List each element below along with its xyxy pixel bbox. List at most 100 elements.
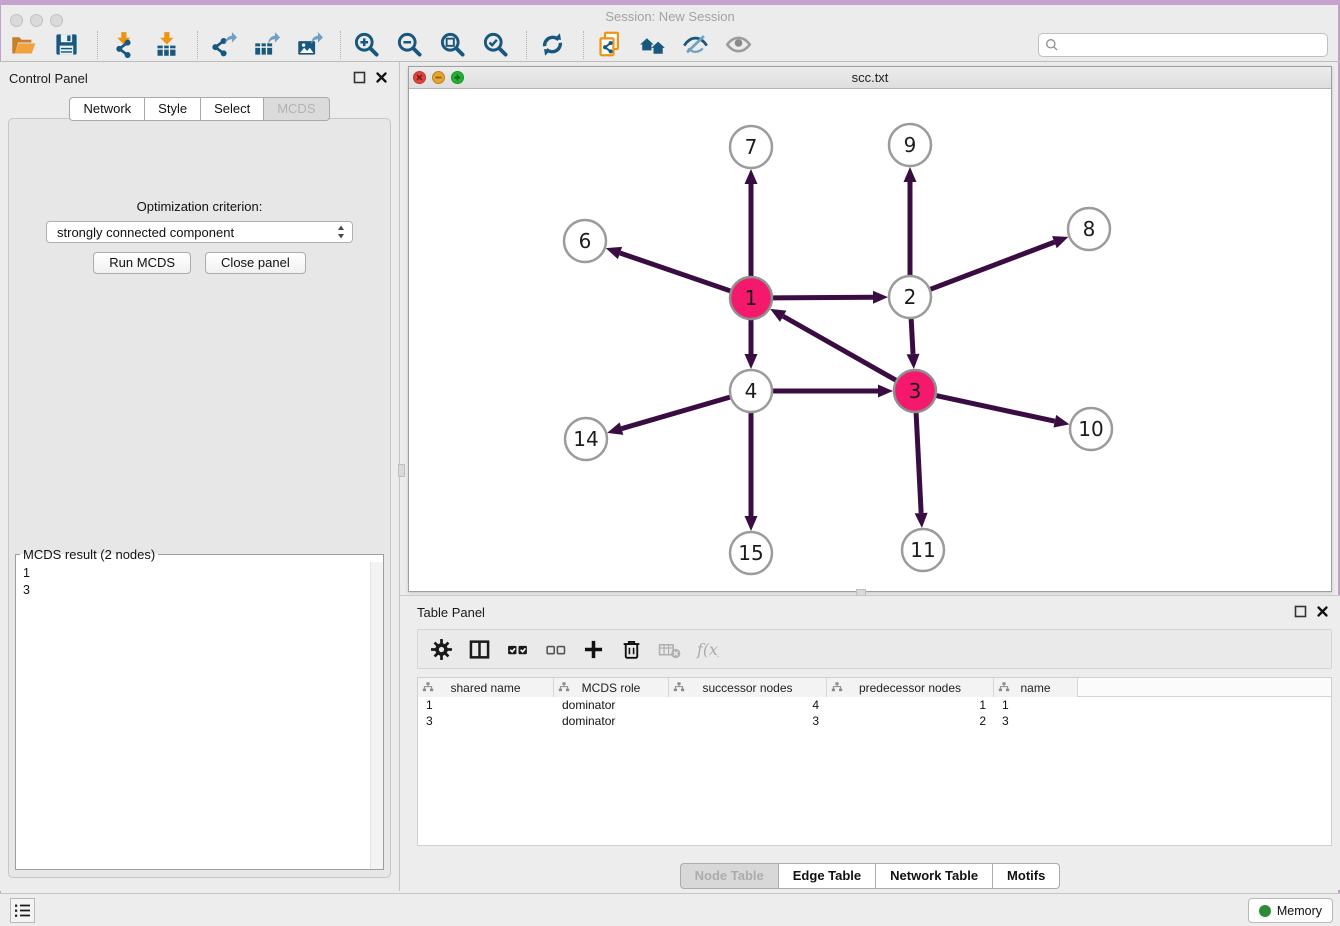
graph-node-1[interactable]: 1 (730, 277, 772, 319)
table-cell: 4 (669, 697, 827, 713)
graph-edge-2-8[interactable] (930, 236, 1069, 289)
graph-edge-2-9[interactable] (904, 167, 917, 276)
table-body: 1dominator4113dominator323 (418, 697, 1331, 729)
column-header-name[interactable]: name (994, 678, 1078, 697)
graph-node-15[interactable]: 15 (730, 532, 772, 574)
tab-select[interactable]: Select (200, 97, 263, 121)
add-column-icon[interactable] (580, 636, 606, 662)
run-mcds-button[interactable]: Run MCDS (93, 252, 191, 274)
vertical-splitter-handle[interactable] (398, 464, 405, 477)
graph-edge-2-3[interactable] (907, 318, 920, 369)
graph-edge-4-3[interactable] (772, 385, 893, 398)
toolbar-separator (197, 31, 198, 59)
network-window-titlebar[interactable]: scc.txt (409, 67, 1331, 89)
graph-edge-3-1[interactable] (770, 309, 897, 381)
export-image-icon[interactable] (294, 30, 324, 60)
new-network-from-selection-icon[interactable] (594, 30, 624, 60)
deselect-all-rows-icon[interactable] (542, 636, 568, 662)
tab-network[interactable]: Network (69, 97, 144, 121)
toolbar-separator (97, 31, 98, 59)
svg-text:14: 14 (573, 427, 598, 451)
node-table[interactable]: shared nameMCDS rolesuccessor nodesprede… (417, 677, 1332, 846)
graph-edge-3-11[interactable] (915, 412, 928, 528)
graph-edge-1-6[interactable] (606, 247, 731, 291)
graph-edge-4-15[interactable] (745, 412, 758, 531)
network-window-title: scc.txt (409, 70, 1331, 85)
graph-node-10[interactable]: 10 (1070, 408, 1112, 450)
table-row[interactable]: 1dominator411 (418, 697, 1331, 713)
graph-node-6[interactable]: 6 (564, 220, 606, 262)
status-bar: Memory (0, 893, 1340, 926)
open-session-icon[interactable] (8, 30, 38, 60)
graph-node-11[interactable]: 11 (902, 529, 944, 571)
float-table-panel-icon[interactable] (1294, 605, 1307, 618)
tab-node-table[interactable]: Node Table (680, 863, 778, 889)
graph-edge-1-2[interactable] (772, 291, 888, 304)
main-titlebar: Session: New Session (0, 5, 1340, 28)
zoom-fit-icon[interactable] (437, 30, 467, 60)
graph-node-2[interactable]: 2 (889, 276, 931, 318)
zoom-in-icon[interactable] (351, 30, 381, 60)
export-network-icon[interactable] (208, 30, 238, 60)
column-header-shared-name[interactable]: shared name (418, 678, 554, 697)
float-panel-icon[interactable] (353, 71, 366, 84)
graph-edge-3-10[interactable] (936, 395, 1070, 427)
column-header-predecessor-nodes[interactable]: predecessor nodes (827, 678, 994, 697)
table-cell: 1 (418, 697, 554, 713)
delete-column-icon[interactable] (618, 636, 644, 662)
result-scrollbar[interactable] (370, 562, 383, 869)
toolbar-separator (340, 31, 341, 59)
search-box[interactable] (1038, 33, 1328, 57)
zoom-selected-icon[interactable] (480, 30, 510, 60)
show-column-icon[interactable] (466, 636, 492, 662)
graph-node-14[interactable]: 14 (565, 418, 607, 460)
import-network-icon[interactable] (108, 30, 138, 60)
mcds-result-title: MCDS result (2 nodes) (20, 547, 158, 562)
table-row[interactable]: 3dominator323 (418, 713, 1331, 729)
graph-node-9[interactable]: 9 (889, 124, 931, 166)
zoom-out-icon[interactable] (394, 30, 424, 60)
close-panel-icon[interactable] (375, 71, 388, 84)
tab-mcds[interactable]: MCDS (263, 97, 329, 121)
first-neighbors-icon[interactable] (637, 30, 667, 60)
table-header-row: shared nameMCDS rolesuccessor nodesprede… (418, 678, 1331, 697)
svg-text:15: 15 (738, 541, 763, 565)
control-panel-tabs: NetworkStyleSelectMCDS (0, 97, 399, 121)
graph-edge-1-7[interactable] (745, 169, 758, 277)
save-session-icon[interactable] (51, 30, 81, 60)
memory-button[interactable]: Memory (1248, 898, 1333, 923)
graph-edge-4-14[interactable] (607, 397, 731, 435)
table-panel-title: Table Panel (417, 605, 485, 620)
column-header-successor-nodes[interactable]: successor nodes (669, 678, 827, 697)
table-mode-gear-icon[interactable] (428, 636, 454, 662)
graph-node-7[interactable]: 7 (730, 126, 772, 168)
mcds-result-list: 13 (16, 562, 370, 869)
task-history-button[interactable] (10, 898, 35, 923)
export-table-icon[interactable] (251, 30, 281, 60)
tab-style[interactable]: Style (144, 97, 200, 121)
tab-network-table[interactable]: Network Table (875, 863, 992, 889)
close-table-panel-icon[interactable] (1316, 605, 1329, 618)
graph-edge-1-4[interactable] (745, 319, 758, 369)
graph-node-8[interactable]: 8 (1068, 208, 1110, 250)
graph-node-3[interactable]: 3 (894, 370, 936, 412)
apply-layout-icon[interactable] (537, 30, 567, 60)
control-panel-title: Control Panel (9, 71, 88, 86)
network-canvas[interactable]: 1 2 3 4 6 7 8 9 10 11 14 15 (409, 89, 1331, 591)
close-panel-button[interactable]: Close panel (205, 252, 306, 274)
mcds-result-line: 3 (23, 582, 370, 599)
hide-selected-icon[interactable] (680, 30, 710, 60)
column-header-MCDS-role[interactable]: MCDS role (554, 678, 669, 697)
search-input[interactable] (1063, 35, 1321, 55)
criterion-dropdown[interactable]: strongly connected component (46, 221, 353, 243)
graph-node-4[interactable]: 4 (730, 370, 772, 412)
table-toolbar: f(x) (417, 629, 1332, 669)
show-all-icon[interactable] (723, 30, 753, 60)
search-icon (1045, 38, 1059, 52)
svg-text:4: 4 (745, 379, 758, 403)
session-title: Session: New Session (0, 9, 1340, 24)
tab-motifs[interactable]: Motifs (992, 863, 1060, 889)
select-all-rows-icon[interactable] (504, 636, 530, 662)
tab-edge-table[interactable]: Edge Table (778, 863, 875, 889)
import-table-icon[interactable] (151, 30, 181, 60)
